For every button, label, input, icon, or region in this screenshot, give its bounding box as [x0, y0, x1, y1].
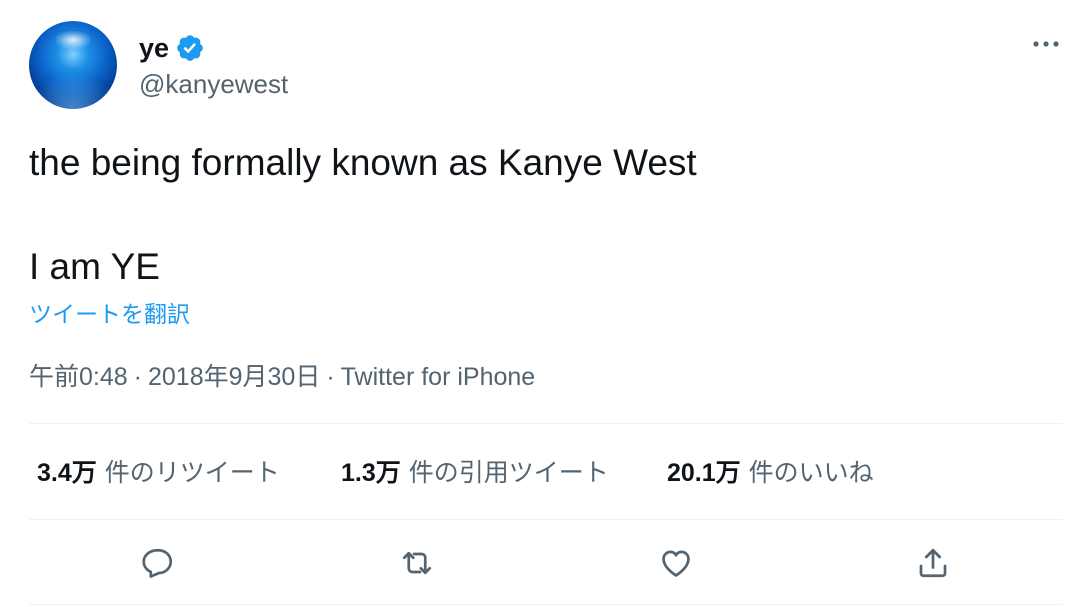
avatar[interactable] [29, 21, 117, 109]
meta-separator: · [326, 363, 335, 391]
avatar-glow [29, 73, 117, 109]
tweet-card: ye @kanyewest the being formally known a… [0, 0, 1088, 607]
stat-value: 20.1万 [667, 459, 741, 487]
retweet-count[interactable]: 3.4万 件のリツイート [37, 455, 280, 491]
quote-tweet-count[interactable]: 1.3万 件の引用ツイート [341, 455, 609, 491]
stat-label: 件の引用ツイート [408, 459, 609, 487]
stat-value: 1.3万 [341, 459, 401, 487]
tweet-text-line-1: the being formally known as Kanye West [29, 142, 697, 183]
stat-value: 3.4万 [37, 459, 97, 487]
divider [29, 604, 1062, 605]
retweet-icon[interactable] [397, 543, 437, 583]
author-handle[interactable]: @kanyewest [139, 68, 288, 100]
engagement-stats: 3.4万 件のリツイート 1.3万 件の引用ツイート 20.1万 件のいいね [0, 455, 1088, 491]
divider [29, 423, 1062, 424]
tweet-time[interactable]: 午前0:48 [29, 363, 128, 391]
tweet-source[interactable]: Twitter for iPhone [341, 363, 536, 391]
share-icon[interactable] [913, 543, 953, 583]
like-icon[interactable] [656, 543, 696, 583]
tweet-date[interactable]: 2018年9月30日 [148, 363, 320, 391]
reply-icon[interactable] [138, 543, 178, 583]
author-name-row[interactable]: ye [139, 30, 205, 66]
display-name[interactable]: ye [139, 30, 169, 66]
meta-separator: · [133, 363, 142, 391]
tweet-meta: 午前0:48 · 2018年9月30日 · Twitter for iPhone [29, 360, 535, 394]
verified-badge-icon [175, 33, 205, 63]
like-count[interactable]: 20.1万 件のいいね [667, 455, 874, 491]
stat-label: 件のいいね [748, 459, 874, 487]
translate-tweet-link[interactable]: ツイートを翻訳 [29, 298, 190, 330]
avatar-highlight [55, 31, 91, 49]
more-options-icon[interactable] [1026, 32, 1066, 56]
tweet-text-line-2: I am YE [29, 246, 160, 287]
stat-label: 件のリツイート [104, 459, 280, 487]
divider [29, 519, 1062, 520]
